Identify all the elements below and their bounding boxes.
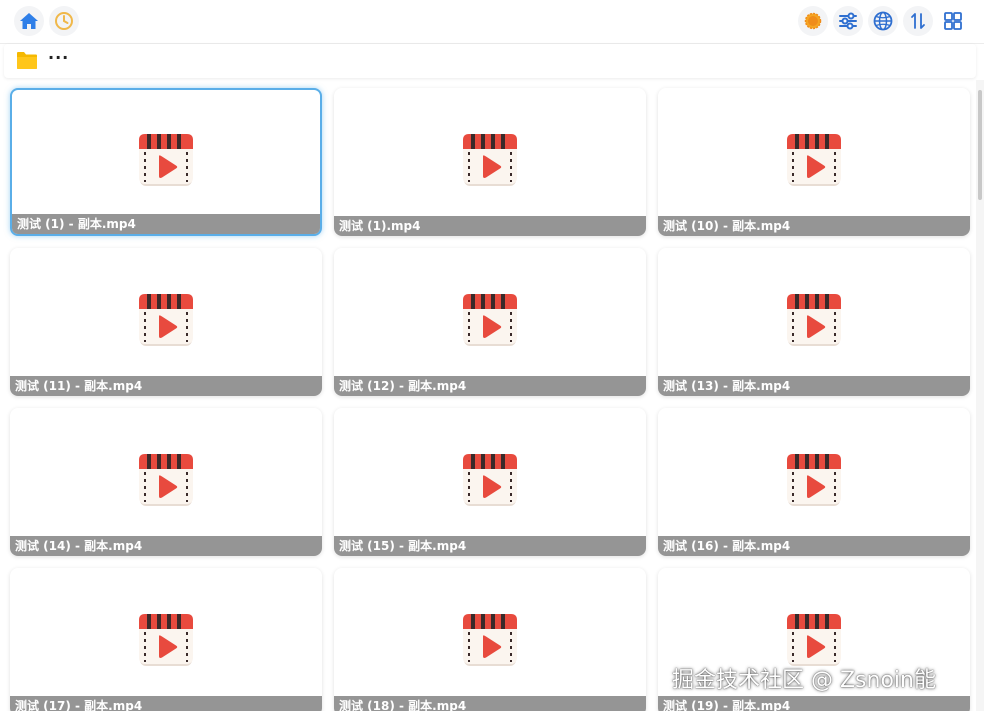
video-file-icon <box>463 134 517 186</box>
file-card[interactable]: 测试 (10) - 副本.mp4 <box>658 88 970 236</box>
video-file-icon <box>787 134 841 186</box>
file-name: 测试 (18) - 副本.mp4 <box>334 696 646 711</box>
sort-arrows-icon <box>911 13 925 29</box>
file-name: 测试 (17) - 副本.mp4 <box>10 696 322 711</box>
video-file-icon <box>139 134 193 186</box>
home-icon <box>20 13 38 29</box>
file-card[interactable]: 测试 (15) - 副本.mp4 <box>334 408 646 556</box>
file-card[interactable]: 测试 (16) - 副本.mp4 <box>658 408 970 556</box>
file-card[interactable]: 测试 (14) - 副本.mp4 <box>10 408 322 556</box>
video-file-icon <box>463 294 517 346</box>
video-file-icon <box>139 294 193 346</box>
history-button[interactable] <box>49 6 79 36</box>
theme-button[interactable] <box>798 6 828 36</box>
theme-sun-icon <box>804 12 822 30</box>
file-card[interactable]: 测试 (12) - 副本.mp4 <box>334 248 646 396</box>
grid-view-icon <box>944 12 962 30</box>
file-card[interactable]: 测试 (17) - 副本.mp4 <box>10 568 322 711</box>
scrollbar-thumb[interactable] <box>978 90 982 200</box>
vertical-scrollbar[interactable] <box>976 80 984 711</box>
view-mode-button[interactable] <box>938 6 968 36</box>
watermark: 掘金技术社区 @ Zsnoin能 <box>672 668 936 693</box>
breadcrumb-path[interactable]: ··· <box>48 48 69 67</box>
history-clock-icon <box>55 12 73 30</box>
video-file-icon <box>139 614 193 666</box>
file-name: 测试 (12) - 副本.mp4 <box>334 376 646 396</box>
sort-button[interactable] <box>903 6 933 36</box>
file-grid: 测试 (1) - 副本.mp4 测试 (1).mp4 测试 (10) - 副本.… <box>0 80 976 711</box>
file-name: 测试 (16) - 副本.mp4 <box>658 536 970 556</box>
file-card[interactable]: 测试 (11) - 副本.mp4 <box>10 248 322 396</box>
filter-button[interactable] <box>833 6 863 36</box>
file-card[interactable]: 测试 (18) - 副本.mp4 <box>334 568 646 711</box>
language-button[interactable] <box>868 6 898 36</box>
file-name: 测试 (13) - 副本.mp4 <box>658 376 970 396</box>
file-name: 测试 (10) - 副本.mp4 <box>658 216 970 236</box>
breadcrumb: ··· <box>4 44 976 78</box>
video-file-icon <box>463 614 517 666</box>
file-name: 测试 (14) - 副本.mp4 <box>10 536 322 556</box>
top-toolbar <box>0 0 984 44</box>
file-name: 测试 (11) - 副本.mp4 <box>10 376 322 396</box>
file-name: 测试 (19) - 副本.mp4 <box>658 696 970 711</box>
folder-icon[interactable] <box>16 50 38 70</box>
home-button[interactable] <box>14 6 44 36</box>
file-card[interactable]: 测试 (1) - 副本.mp4 <box>10 88 322 236</box>
file-name: 测试 (1) - 副本.mp4 <box>12 214 320 234</box>
video-file-icon <box>139 454 193 506</box>
filter-sliders-icon <box>839 12 857 30</box>
video-file-icon <box>463 454 517 506</box>
file-card[interactable]: 测试 (1).mp4 <box>334 88 646 236</box>
video-file-icon <box>787 454 841 506</box>
file-name: 测试 (15) - 副本.mp4 <box>334 536 646 556</box>
file-card[interactable]: 测试 (13) - 副本.mp4 <box>658 248 970 396</box>
globe-icon <box>873 11 893 31</box>
file-name: 测试 (1).mp4 <box>334 216 646 236</box>
video-file-icon <box>787 294 841 346</box>
